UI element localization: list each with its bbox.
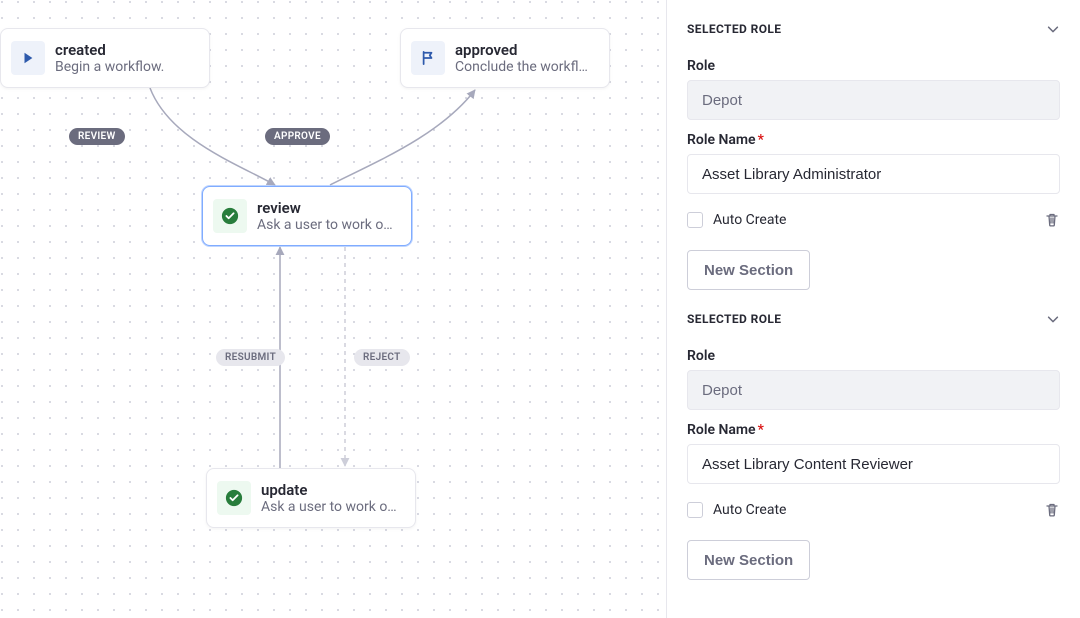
node-created[interactable]: created Begin a workflow. <box>0 28 210 88</box>
new-section-button[interactable]: New Section <box>687 250 810 290</box>
role-select[interactable] <box>687 80 1060 120</box>
delete-role-button[interactable] <box>1044 502 1060 518</box>
node-update[interactable]: update Ask a user to work o… <box>206 468 416 528</box>
play-icon <box>11 41 45 75</box>
auto-create-checkbox[interactable] <box>687 212 703 228</box>
node-title: created <box>55 41 164 60</box>
node-subtitle: Conclude the workfl… <box>455 59 588 75</box>
node-subtitle: Ask a user to work o… <box>261 499 397 515</box>
workflow-canvas[interactable]: created Begin a workflow. approved Concl… <box>0 0 666 618</box>
node-review[interactable]: review Ask a user to work o… <box>202 186 412 246</box>
check-circle-icon <box>217 481 251 515</box>
chevron-down-icon <box>1046 312 1060 326</box>
trash-icon <box>1044 502 1060 518</box>
section-header-selected-role[interactable]: SELECTED ROLE <box>687 0 1060 46</box>
flag-icon <box>411 41 445 75</box>
node-title: update <box>261 481 397 500</box>
edge-label-approve[interactable]: APPROVE <box>265 128 330 145</box>
node-title: approved <box>455 41 588 60</box>
chevron-down-icon <box>1046 22 1060 36</box>
role-select[interactable] <box>687 370 1060 410</box>
label-role-name: Role Name* <box>687 422 1060 438</box>
section-title: SELECTED ROLE <box>687 312 781 326</box>
edge-label-resubmit[interactable]: RESUBMIT <box>216 349 285 366</box>
auto-create-label: Auto Create <box>713 502 786 518</box>
delete-role-button[interactable] <box>1044 212 1060 228</box>
section-header-selected-role[interactable]: SELECTED ROLE <box>687 290 1060 336</box>
auto-create-label: Auto Create <box>713 212 786 228</box>
role-name-input[interactable] <box>687 154 1060 194</box>
node-subtitle: Ask a user to work o… <box>257 217 393 233</box>
edge-label-reject[interactable]: REJECT <box>354 349 410 366</box>
label-role: Role <box>687 348 1060 364</box>
new-section-button[interactable]: New Section <box>687 540 810 580</box>
trash-icon <box>1044 212 1060 228</box>
check-circle-icon <box>213 199 247 233</box>
label-role: Role <box>687 58 1060 74</box>
properties-sidebar[interactable]: SELECTED ROLE Role Role Name* Auto Creat… <box>666 0 1080 618</box>
section-title: SELECTED ROLE <box>687 22 781 36</box>
node-approved[interactable]: approved Conclude the workfl… <box>400 28 610 88</box>
node-title: review <box>257 199 393 218</box>
edge-label-review[interactable]: REVIEW <box>69 128 125 145</box>
label-role-name: Role Name* <box>687 132 1060 148</box>
role-name-input[interactable] <box>687 444 1060 484</box>
node-subtitle: Begin a workflow. <box>55 59 164 75</box>
auto-create-checkbox[interactable] <box>687 502 703 518</box>
